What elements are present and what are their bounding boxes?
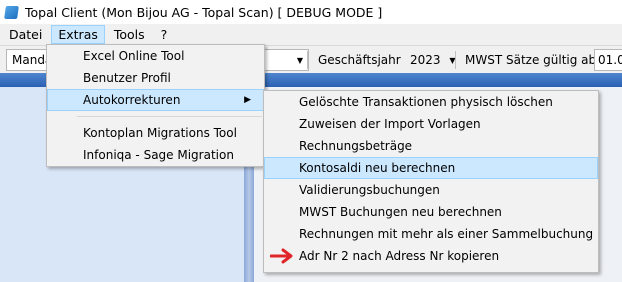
vat-date: 01.07 bbox=[598, 53, 622, 67]
menu-item-label: Rechnungen mit mehr als einer Sammelbuch… bbox=[299, 227, 594, 241]
extras-menu: Excel Online Tool Benutzer Profil Autoko… bbox=[46, 44, 265, 167]
menu-item-label: Kontosaldi neu berechnen bbox=[299, 161, 456, 175]
menu-tools[interactable]: Tools bbox=[107, 25, 152, 44]
fiscal-year-value: 2023 bbox=[410, 53, 441, 67]
menu-item-infoniqa-sage-migration[interactable]: Infoniqa - Sage Migration bbox=[47, 144, 264, 166]
app-icon bbox=[4, 5, 19, 19]
submenu-arrow-icon: ▶ bbox=[244, 95, 251, 105]
toolbar-separator bbox=[307, 51, 308, 69]
menu-item-benutzer-profil[interactable]: Benutzer Profil bbox=[47, 67, 264, 89]
chevron-down-icon: ▼ bbox=[296, 56, 303, 65]
menu-item-autokorrekturen[interactable]: Autokorrekturen ▶ bbox=[47, 89, 264, 111]
vat-label-dropdown[interactable]: MWST Sätze gültig ab ▼ bbox=[459, 49, 597, 71]
menu-item-excel-online-tool[interactable]: Excel Online Tool bbox=[47, 45, 264, 67]
menu-item-label: Gelöschte Transaktionen physisch löschen bbox=[299, 95, 553, 109]
menu-item-label: Benutzer Profil bbox=[83, 71, 171, 85]
menu-item-label: Rechnungsbeträge bbox=[299, 139, 413, 153]
menu-bar: Datei Extras Tools ? bbox=[0, 24, 622, 45]
menu-help[interactable]: ? bbox=[154, 25, 175, 44]
menu-item-zuweisen-import-vorlagen[interactable]: Zuweisen der Import Vorlagen bbox=[264, 113, 598, 135]
menu-item-label: Zuweisen der Import Vorlagen bbox=[299, 117, 481, 131]
menu-item-label: Excel Online Tool bbox=[83, 49, 185, 63]
menu-item-kontosaldi-neu-berechnen[interactable]: Kontosaldi neu berechnen bbox=[264, 157, 598, 179]
vat-date-field[interactable]: 01.07 bbox=[594, 49, 622, 71]
menu-item-adr-nr-2-kopieren[interactable]: Adr Nr 2 nach Adress Nr kopieren bbox=[264, 245, 598, 267]
menu-item-label: Autokorrekturen bbox=[83, 93, 181, 107]
menu-item-geloeschte-transaktionen[interactable]: Gelöschte Transaktionen physisch löschen bbox=[264, 91, 598, 113]
window-title: Topal Client (Mon Bijou AG - Topal Scan)… bbox=[25, 4, 383, 20]
autokorrekturen-submenu: Gelöschte Transaktionen physisch löschen… bbox=[263, 90, 599, 273]
vat-label: MWST Sätze gültig ab bbox=[465, 53, 597, 67]
mandant-dropdown-end[interactable]: ▼ bbox=[258, 49, 309, 71]
menu-item-validierungsbuchungen[interactable]: Validierungsbuchungen bbox=[264, 179, 598, 201]
menu-item-label: Kontoplan Migrations Tool bbox=[83, 126, 237, 140]
menu-item-rechnungsbetraege[interactable]: Rechnungsbeträge bbox=[264, 135, 598, 157]
menu-item-rechnungen-mehr-als-eine-sammelbuchung[interactable]: Rechnungen mit mehr als einer Sammelbuch… bbox=[264, 223, 598, 245]
menu-item-label: Adr Nr 2 nach Adress Nr kopieren bbox=[299, 249, 500, 263]
menu-separator bbox=[77, 116, 262, 117]
menu-item-label: MWST Buchungen neu berechnen bbox=[299, 205, 502, 219]
menu-item-label: Infoniqa - Sage Migration bbox=[83, 148, 234, 162]
fiscal-year-dropdown[interactable]: 2023 ▼ bbox=[404, 49, 456, 71]
menu-item-kontoplan-migrations-tool[interactable]: Kontoplan Migrations Tool bbox=[47, 122, 264, 144]
menu-extras[interactable]: Extras bbox=[51, 25, 105, 44]
fiscal-year-label-dropdown[interactable]: Geschäftsjahr ▼ bbox=[312, 49, 414, 71]
menu-item-mwst-buchungen-neu-berechnen[interactable]: MWST Buchungen neu berechnen bbox=[264, 201, 598, 223]
title-bar: Topal Client (Mon Bijou AG - Topal Scan)… bbox=[0, 0, 622, 24]
fiscal-year-label: Geschäftsjahr bbox=[318, 53, 401, 67]
toolbar-separator bbox=[455, 51, 456, 69]
menu-item-label: Validierungsbuchungen bbox=[299, 183, 440, 197]
menu-datei[interactable]: Datei bbox=[2, 25, 49, 44]
red-arrow-icon bbox=[270, 248, 293, 264]
